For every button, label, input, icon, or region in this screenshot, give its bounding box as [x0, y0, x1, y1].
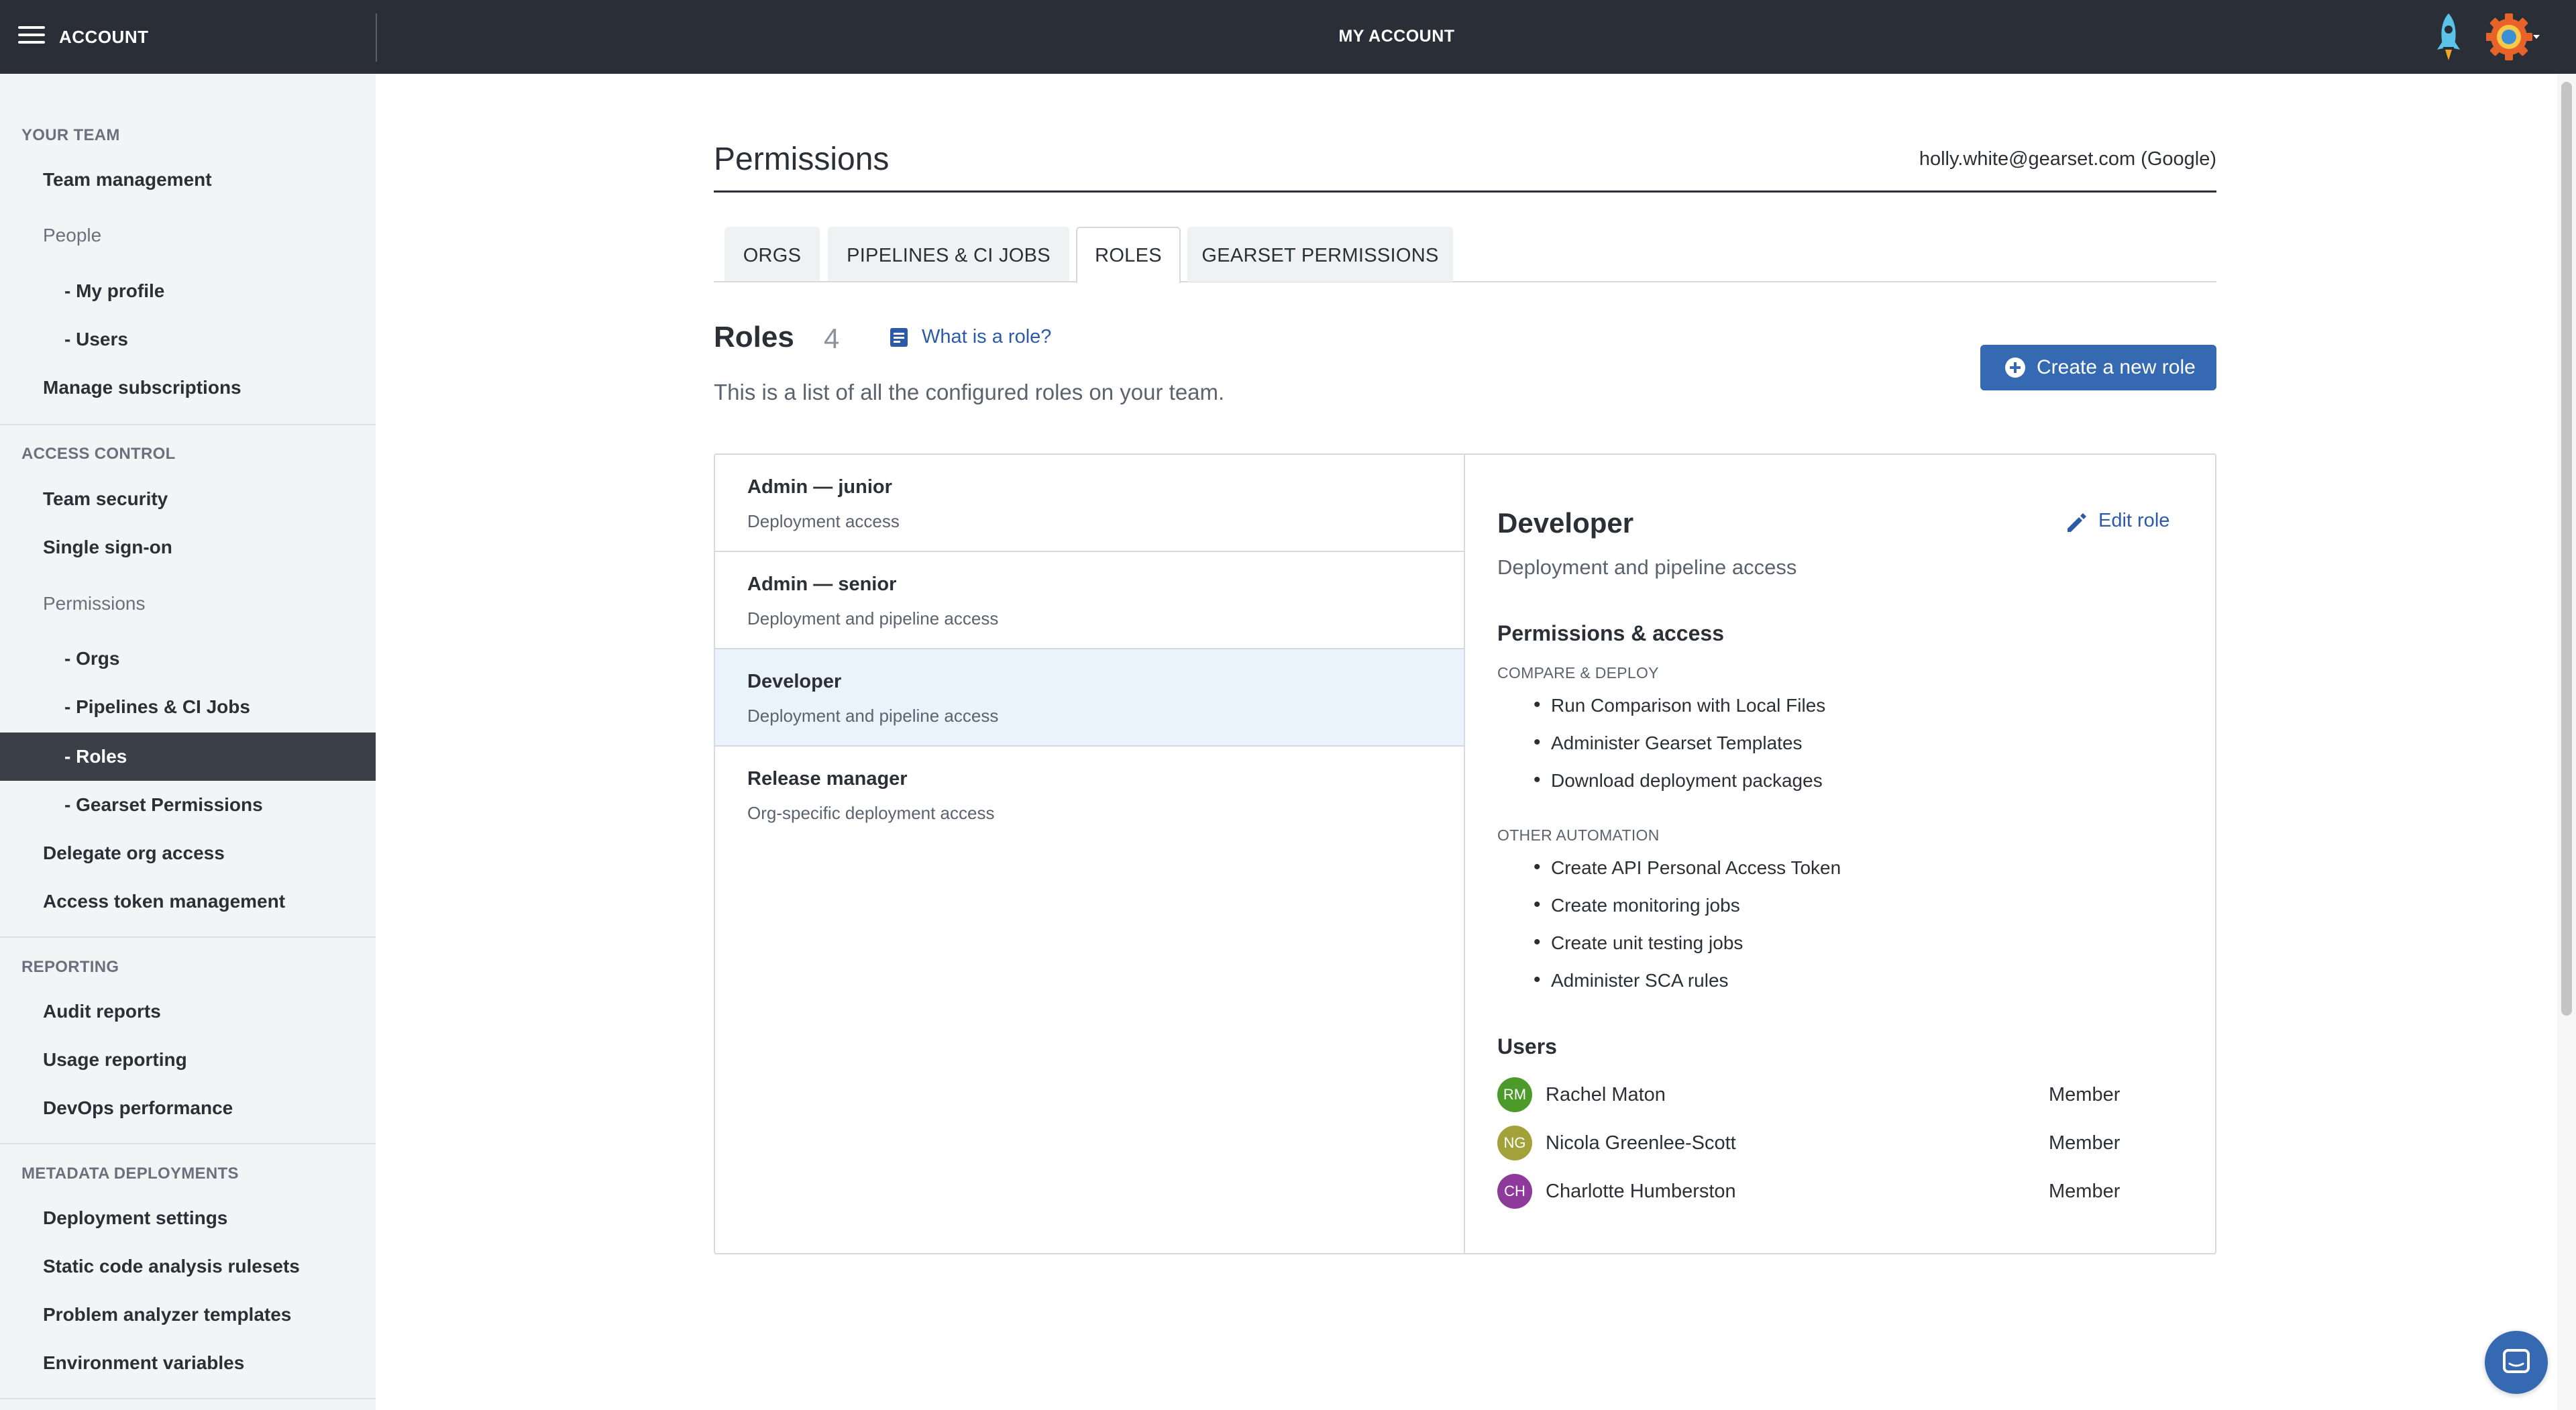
avatar: RM — [1497, 1077, 1532, 1112]
user-name: Nicola Greenlee-Scott — [1546, 1132, 1736, 1154]
sidebar-divider — [0, 1143, 376, 1144]
top-bar: ACCOUNT MY ACCOUNT — [0, 0, 2576, 74]
sidebar-item-delegate-org-access[interactable]: Delegate org access — [0, 829, 376, 877]
tab-orgs[interactable]: ORGS — [724, 227, 820, 282]
permission-item: Administer Gearset Templates — [1534, 731, 1802, 754]
role-detail-subtitle: Deployment and pipeline access — [1497, 555, 1797, 579]
sidebar-item-audit-reports[interactable]: Audit reports — [0, 987, 376, 1036]
tab-pipelines[interactable]: PIPELINES & CI JOBS — [828, 227, 1069, 282]
sidebar-item-team-security[interactable]: Team security — [0, 475, 376, 523]
role-subtitle: Org-specific deployment access — [747, 803, 995, 823]
role-name: Admin — senior — [747, 574, 897, 595]
pencil-icon — [2068, 513, 2086, 532]
role-row[interactable]: Admin — junior Deployment access — [715, 455, 1464, 552]
sidebar-item-permissions[interactable]: Permissions — [0, 580, 376, 628]
title-divider — [714, 191, 2216, 193]
sidebar-item-orgs[interactable]: - Orgs — [0, 635, 376, 683]
permission-item: Run Comparison with Local Files — [1534, 694, 1825, 716]
sidebar: YOUR TEAM Team management People - My pr… — [0, 74, 376, 1410]
sidebar-item-pipelines[interactable]: - Pipelines & CI Jobs — [0, 683, 376, 731]
sidebar-item-people[interactable]: People — [0, 211, 376, 260]
user-row: CH Charlotte Humberston Member — [1497, 1174, 2168, 1211]
permissions-heading: Permissions & access — [1497, 621, 1724, 645]
chat-button[interactable] — [2485, 1331, 2548, 1394]
role-detail-title: Developer — [1497, 507, 1634, 539]
role-row[interactable]: Admin — senior Deployment and pipeline a… — [715, 552, 1464, 649]
role-name: Admin — junior — [747, 476, 892, 498]
sidebar-item-gearset-permissions[interactable]: - Gearset Permissions — [0, 781, 376, 829]
role-name: Release manager — [747, 768, 908, 790]
sidebar-item-devops-performance[interactable]: DevOps performance — [0, 1084, 376, 1132]
gear-avatar-icon[interactable] — [2486, 12, 2541, 62]
sidebar-section-your-team: YOUR TEAM — [21, 126, 120, 144]
permission-item: Create monitoring jobs — [1534, 893, 1740, 916]
create-role-button[interactable]: Create a new role — [1980, 345, 2216, 390]
roles-description: This is a list of all the configured rol… — [714, 380, 1225, 404]
sidebar-item-deployment-settings[interactable]: Deployment settings — [0, 1194, 376, 1242]
role-subtitle: Deployment access — [747, 511, 900, 531]
avatar: NG — [1497, 1126, 1532, 1160]
sidebar-item-my-profile[interactable]: - My profile — [0, 267, 376, 315]
user-email: holly.white@gearset.com (Google) — [1919, 148, 2216, 170]
sidebar-item-problem-analyzer[interactable]: Problem analyzer templates — [0, 1291, 376, 1339]
sidebar-item-manage-subscriptions[interactable]: Manage subscriptions — [0, 364, 376, 412]
user-role: Member — [2049, 1181, 2121, 1202]
permission-item: Create API Personal Access Token — [1534, 856, 1841, 879]
users-heading: Users — [1497, 1034, 1557, 1059]
tabs-divider — [714, 281, 2216, 282]
sidebar-item-environment-variables[interactable]: Environment variables — [0, 1339, 376, 1387]
plus-circle-icon — [2005, 358, 2025, 378]
permission-item: Create unit testing jobs — [1534, 931, 1743, 954]
roles-list: Admin — junior Deployment access Admin —… — [715, 455, 1465, 1253]
permission-item: Administer SCA rules — [1534, 969, 1729, 991]
sidebar-item-single-sign-on[interactable]: Single sign-on — [0, 523, 376, 572]
edit-role-button[interactable]: Edit role — [2065, 508, 2172, 535]
create-role-label: Create a new role — [2037, 356, 2196, 378]
user-role: Member — [2049, 1084, 2121, 1105]
user-name: Charlotte Humberston — [1546, 1181, 1736, 1202]
roles-heading: Roles — [714, 321, 794, 354]
sidebar-divider — [0, 424, 376, 425]
page-header-title: MY ACCOUNT — [1338, 27, 1455, 46]
category-label: COMPARE & DEPLOY — [1497, 664, 1659, 682]
rocket-icon[interactable] — [2432, 11, 2465, 63]
role-name: Developer — [747, 671, 842, 692]
sidebar-divider — [0, 936, 376, 938]
document-icon — [890, 328, 908, 347]
sidebar-section-metadata-deployments: METADATA DEPLOYMENTS — [21, 1164, 239, 1183]
sidebar-item-access-token-management[interactable]: Access token management — [0, 877, 376, 926]
user-role: Member — [2049, 1132, 2121, 1154]
sidebar-section-access-control: ACCESS CONTROL — [21, 445, 176, 463]
sidebar-section-reporting: REPORTING — [21, 958, 119, 976]
role-subtitle: Deployment and pipeline access — [747, 608, 999, 629]
sidebar-item-users[interactable]: - Users — [0, 315, 376, 364]
avatar: CH — [1497, 1174, 1532, 1209]
role-row-selected[interactable]: Developer Deployment and pipeline access — [715, 649, 1464, 747]
page-title: Permissions — [714, 142, 890, 177]
tab-roles[interactable]: ROLES — [1076, 227, 1181, 283]
sidebar-item-static-code-analysis[interactable]: Static code analysis rulesets — [0, 1242, 376, 1291]
tab-gearset-permissions[interactable]: GEARSET PERMISSIONS — [1187, 227, 1453, 282]
role-subtitle: Deployment and pipeline access — [747, 706, 999, 726]
user-row: NG Nicola Greenlee-Scott Member — [1497, 1126, 2168, 1163]
sidebar-item-usage-reporting[interactable]: Usage reporting — [0, 1036, 376, 1084]
what-is-a-role-link[interactable]: What is a role? — [922, 326, 1051, 348]
sidebar-item-roles[interactable]: - Roles — [0, 733, 376, 781]
roles-count: 4 — [824, 323, 840, 354]
role-row[interactable]: Release manager Org-specific deployment … — [715, 747, 1464, 844]
permission-item: Download deployment packages — [1534, 769, 1823, 792]
user-row: RM Rachel Maton Member — [1497, 1077, 2168, 1115]
sidebar-item-team-management[interactable]: Team management — [0, 156, 376, 204]
user-name: Rachel Maton — [1546, 1084, 1666, 1105]
category-label: OTHER AUTOMATION — [1497, 826, 1660, 844]
chat-icon — [2503, 1349, 2530, 1373]
edit-role-label: Edit role — [2098, 510, 2170, 531]
scrollbar-thumb[interactable] — [2561, 82, 2572, 1016]
sidebar-divider — [0, 1398, 376, 1399]
